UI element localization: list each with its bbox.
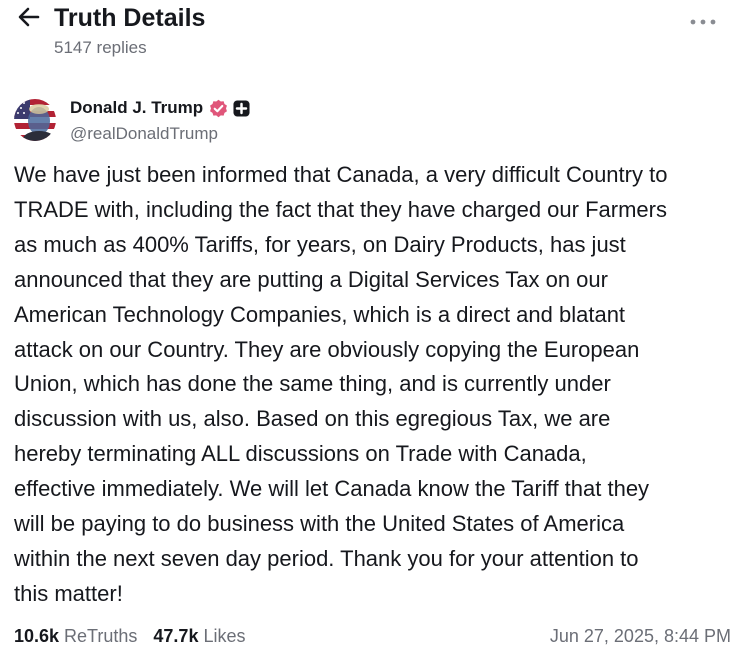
more-options-button[interactable] <box>688 10 718 32</box>
page-title: Truth Details <box>54 4 206 32</box>
verified-badge-icon <box>209 99 228 118</box>
likes-label: Likes <box>203 626 246 646</box>
post-timestamp[interactable]: Jun 27, 2025, 8:44 PM <box>550 624 731 648</box>
arrow-left-icon <box>18 7 40 32</box>
post-stats: 10.6k ReTruths 47.7k Likes <box>14 624 245 648</box>
author-name[interactable]: Donald J. Trump <box>70 97 203 119</box>
more-horizontal-icon <box>690 12 716 30</box>
page-header: Truth Details 5147 replies <box>0 0 749 70</box>
likes-count: 47.7k <box>153 626 199 646</box>
back-button[interactable] <box>16 6 42 32</box>
post-text: We have just been informed that Canada, … <box>14 162 668 606</box>
author-handle[interactable]: @realDonaldTrump <box>70 123 218 145</box>
likes-stat[interactable]: 47.7k Likes <box>153 624 245 648</box>
retruths-label: ReTruths <box>64 626 138 646</box>
avatar[interactable] <box>14 99 56 141</box>
author-name-row: Donald J. Trump <box>70 97 250 119</box>
plus-badge-icon <box>233 99 250 117</box>
post-author: Donald J. Trump @realDonaldTrump <box>14 97 714 147</box>
reply-count: 5147 replies <box>54 38 147 57</box>
retruths-count: 10.6k <box>14 626 60 646</box>
retruths-stat[interactable]: 10.6k ReTruths <box>14 624 137 648</box>
